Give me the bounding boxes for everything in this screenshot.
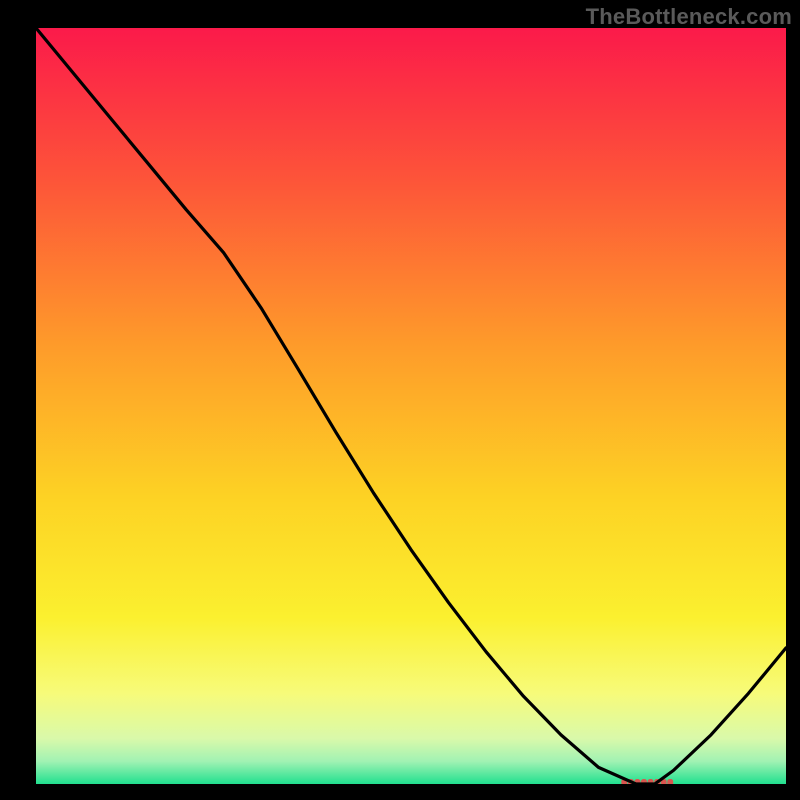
bottleneck-plot — [36, 28, 786, 784]
plot-svg — [36, 28, 786, 784]
attribution-label: TheBottleneck.com — [586, 4, 792, 30]
left-border — [0, 0, 36, 800]
bottom-border — [0, 784, 800, 800]
plot-background — [36, 28, 786, 784]
